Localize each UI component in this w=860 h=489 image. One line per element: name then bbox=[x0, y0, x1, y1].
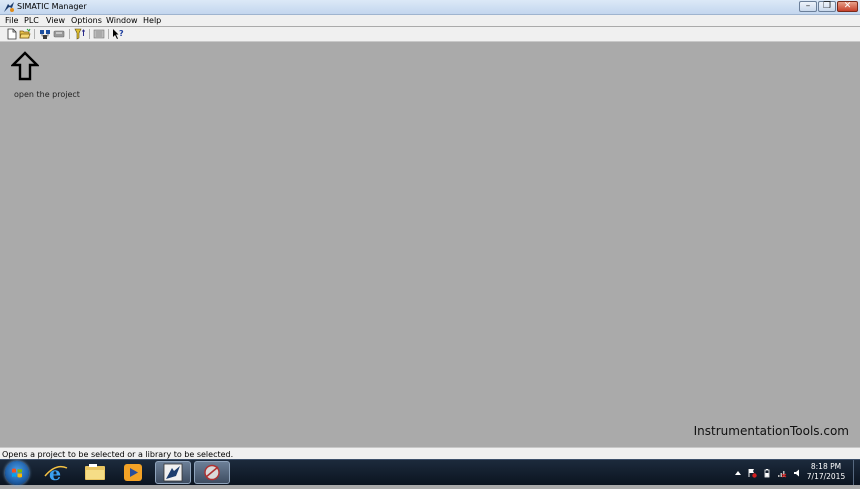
minimize-icon: – bbox=[805, 1, 811, 11]
close-button[interactable]: ✕ bbox=[837, 1, 858, 12]
show-desktop-button[interactable] bbox=[853, 460, 860, 485]
sim-app-icon bbox=[204, 464, 220, 481]
menu-file[interactable]: File bbox=[5, 15, 18, 26]
file-explorer-icon bbox=[85, 464, 105, 480]
taskbar-sim-app[interactable] bbox=[194, 461, 230, 484]
system-clock[interactable]: 8:18 PM 7/17/2015 bbox=[800, 462, 852, 482]
battery-icon[interactable] bbox=[762, 468, 772, 478]
toolbar-separator bbox=[89, 29, 90, 39]
open-project-icon[interactable] bbox=[19, 28, 31, 40]
restore-icon: ❐ bbox=[822, 1, 832, 11]
toolbar-separator bbox=[34, 29, 35, 39]
simatic-manager-window: SIMATIC Manager – ❐ ✕ File PLC View Opti… bbox=[0, 0, 860, 460]
minimize-button[interactable]: – bbox=[799, 1, 817, 12]
internet-explorer-icon: e bbox=[44, 463, 68, 485]
svg-text:?: ? bbox=[119, 29, 124, 38]
taskbar-file-explorer[interactable] bbox=[77, 461, 113, 484]
menu-view[interactable]: View bbox=[46, 15, 65, 26]
toolbar-separator bbox=[69, 29, 70, 39]
maximize-button[interactable]: ❐ bbox=[818, 1, 836, 12]
close-icon: ✕ bbox=[843, 1, 852, 11]
new-project-icon[interactable] bbox=[6, 28, 18, 40]
action-center-icon[interactable] bbox=[747, 468, 757, 478]
media-player-icon bbox=[124, 464, 142, 481]
taskbar-internet-explorer[interactable]: e bbox=[38, 461, 74, 485]
watermark-text: InstrumentationTools.com bbox=[693, 424, 849, 438]
taskbar: e 8:18 PM 7/17/2015 bbox=[0, 459, 860, 485]
show-hidden-icons-icon[interactable] bbox=[733, 468, 743, 478]
mdi-workspace: open the project InstrumentationTools.co… bbox=[0, 42, 860, 446]
menu-bar: File PLC View Options Window Help bbox=[0, 15, 860, 26]
filter-icon[interactable] bbox=[74, 28, 86, 40]
menu-options[interactable]: Options bbox=[71, 15, 102, 26]
taskbar-simatic-manager[interactable] bbox=[155, 461, 191, 484]
menu-help[interactable]: Help bbox=[143, 15, 161, 26]
accessible-nodes-icon[interactable] bbox=[39, 28, 51, 40]
annotation-text: open the project bbox=[14, 90, 80, 99]
menu-window[interactable]: Window bbox=[106, 15, 138, 26]
clock-date: 7/17/2015 bbox=[806, 472, 846, 481]
simatic-manager-icon bbox=[163, 463, 183, 482]
window-title: SIMATIC Manager bbox=[17, 2, 87, 11]
start-button[interactable] bbox=[5, 461, 29, 485]
toolbar-separator bbox=[108, 29, 109, 39]
help-icon[interactable]: ? bbox=[112, 28, 124, 40]
simulation-icon[interactable] bbox=[93, 28, 105, 40]
menu-plc[interactable]: PLC bbox=[24, 15, 39, 26]
network-icon[interactable] bbox=[777, 468, 787, 478]
memory-card-icon[interactable] bbox=[53, 28, 65, 40]
clock-time: 8:18 PM bbox=[810, 462, 842, 471]
taskbar-media-player[interactable] bbox=[115, 461, 151, 484]
title-bar[interactable]: SIMATIC Manager – ❐ ✕ bbox=[0, 0, 860, 15]
simatic-app-icon bbox=[4, 2, 14, 12]
toolbar: ? bbox=[0, 27, 860, 42]
arrow-up-icon bbox=[11, 51, 39, 81]
windows-logo-icon bbox=[12, 468, 22, 478]
